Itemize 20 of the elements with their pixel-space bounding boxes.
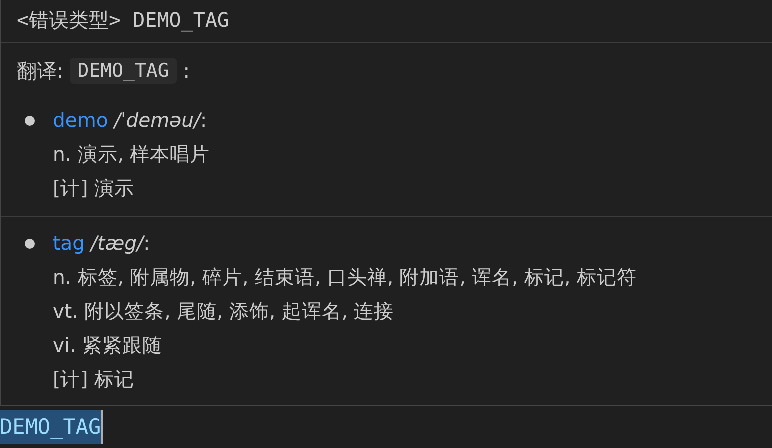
phonetic: /ˈdeməu/ [114, 109, 201, 132]
phonetic: /tæg/ [90, 232, 144, 255]
hover-title: <错误类型> DEMO_TAG [17, 8, 230, 32]
definition-line: n. 标签, 附属物, 碎片, 结束语, 口头禅, 附加语, 诨名, 标记, 标记符 [53, 265, 637, 291]
phonetic-colon: : [144, 232, 150, 255]
phonetic-colon: : [200, 109, 208, 132]
definition-line: n. 演示, 样本唱片 [53, 142, 210, 168]
bullet-icon [25, 116, 35, 126]
definition-line: vi. 紧紧跟随 [53, 333, 164, 359]
definition-line: [计] 演示 [53, 176, 136, 202]
text-cursor [101, 410, 104, 444]
editor-text[interactable]: DEMO_TAG [0, 410, 102, 444]
word-link[interactable]: demo [53, 109, 108, 132]
definition-line: vt. 附以签条, 尾随, 添饰, 起诨名, 连接 [53, 299, 396, 325]
translation-label: 翻译: [17, 58, 64, 84]
translation-colon: : [183, 59, 190, 83]
inline-code: DEMO_TAG [70, 58, 178, 84]
definition-line: [计] 标记 [53, 367, 136, 393]
bullet-icon [25, 239, 35, 249]
word-link[interactable]: tag [53, 232, 85, 255]
